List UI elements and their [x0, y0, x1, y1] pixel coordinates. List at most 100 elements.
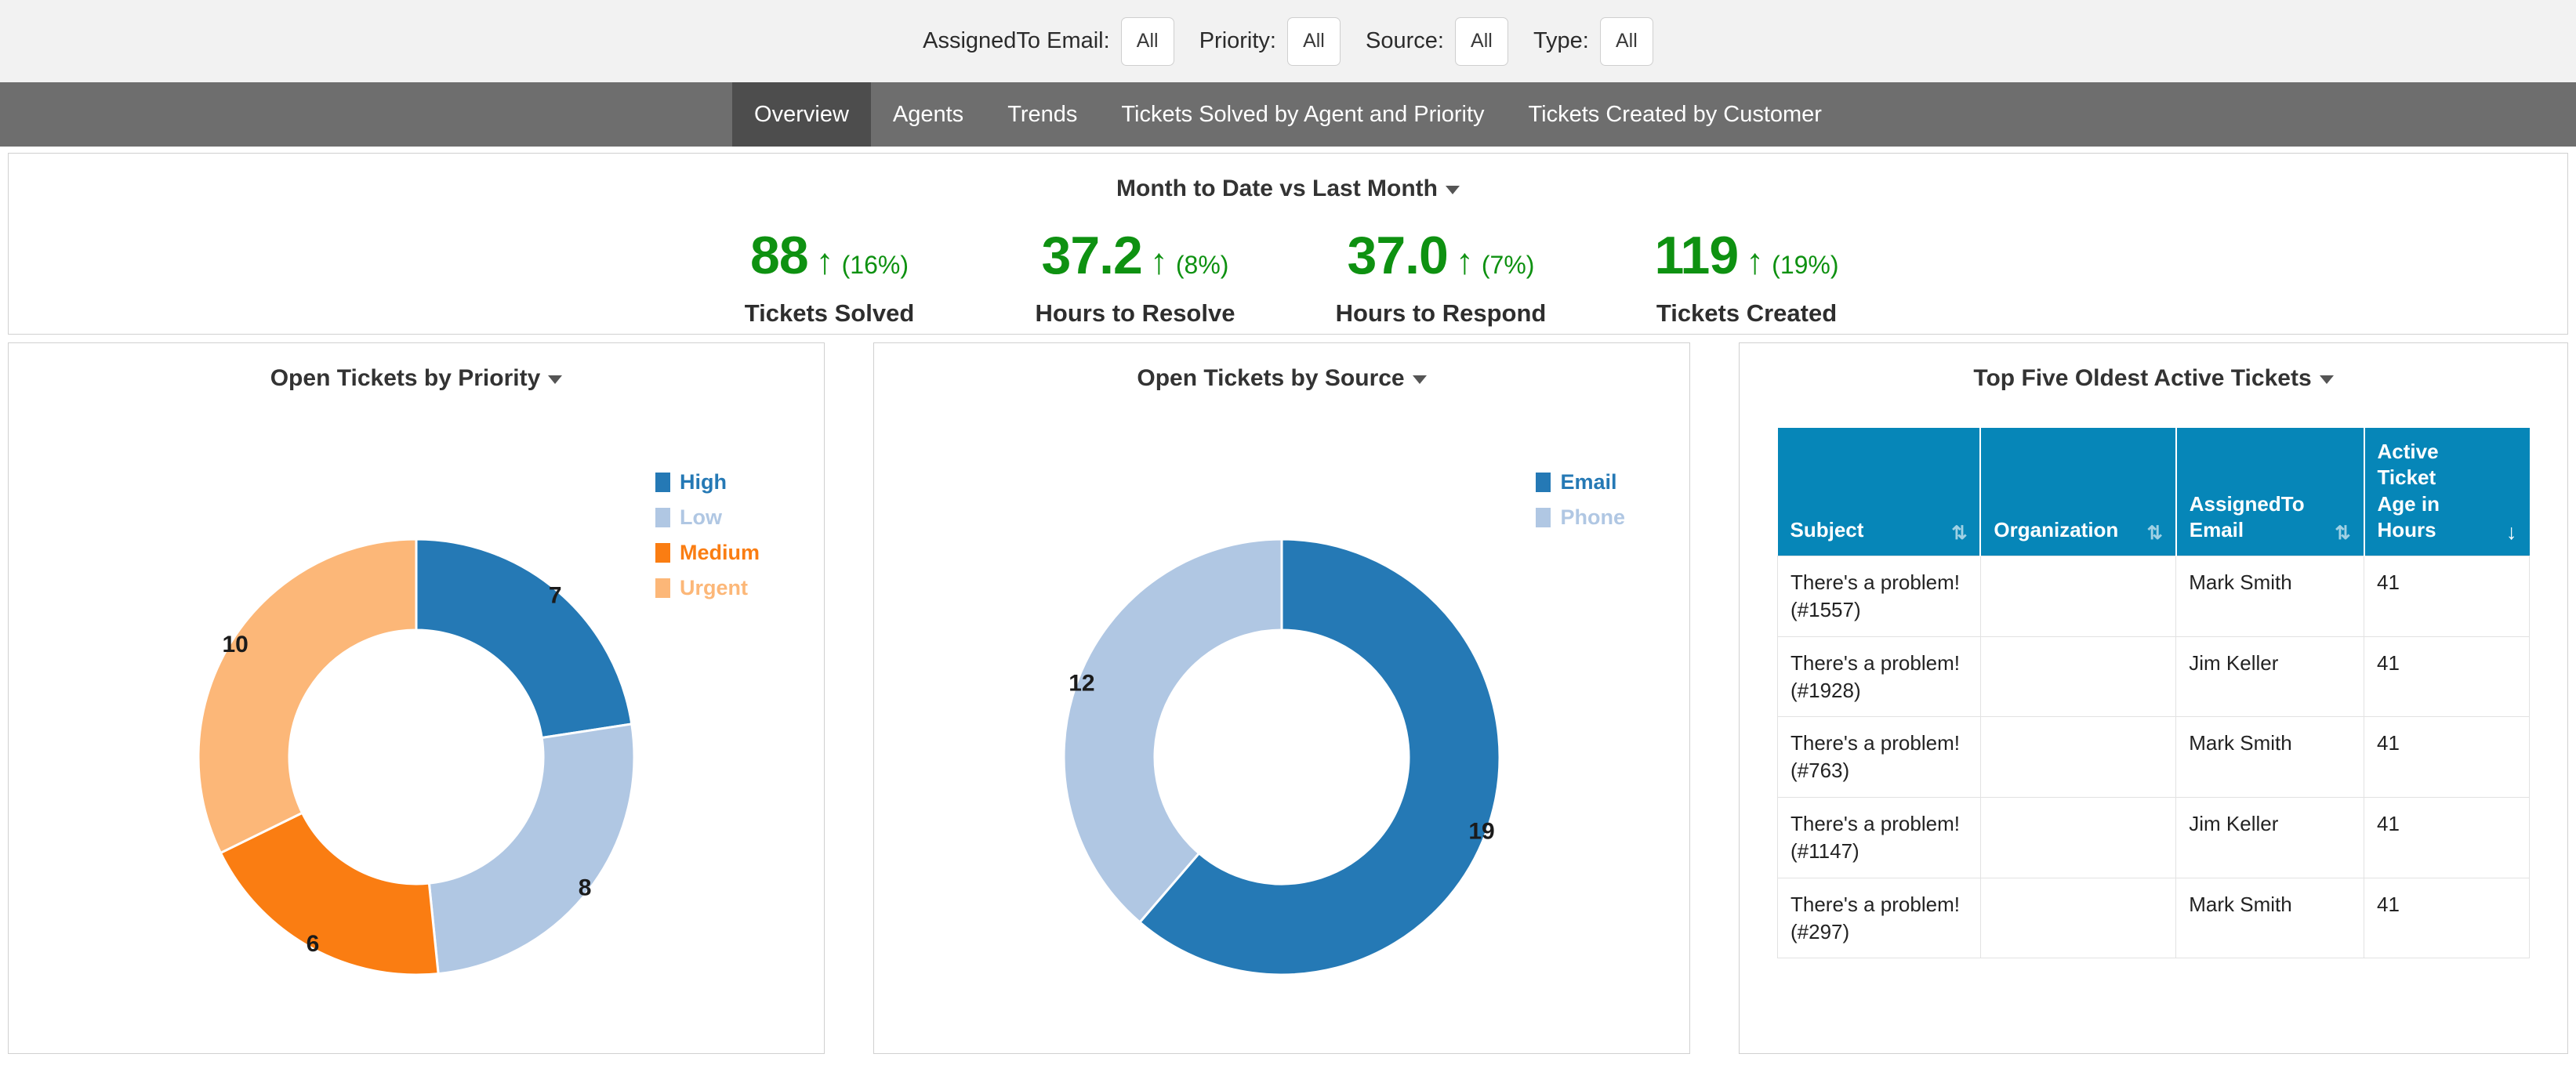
table-row[interactable]: There's a problem! (#1557)Mark Smith41	[1778, 556, 2530, 637]
legend-swatch-icon	[655, 473, 670, 492]
tickets-table-head: Subject ⇅ Organization ⇅ AssignedToEmail ⇅ Act…	[1778, 428, 2530, 556]
legend-item-medium[interactable]: Medium	[655, 541, 760, 565]
cell-assignedto-email: Mark Smith	[2176, 717, 2364, 798]
table-header-label: Organization	[1994, 517, 2118, 543]
source-chart-legend: Email Phone	[1536, 470, 1625, 530]
cell-assignedto-email: Jim Keller	[2176, 636, 2364, 717]
sort-both-icon[interactable]: ⇅	[2147, 524, 2163, 543]
priority-panel-title-text: Open Tickets by Priority	[270, 365, 541, 391]
cell-age-hours: 41	[2364, 636, 2530, 717]
kpi-row: 88 ↑ (16%) Tickets Solved 37.2 ↑ (8%) Ho…	[9, 229, 2567, 328]
sort-desc-icon[interactable]: ↓	[2506, 522, 2517, 543]
cell-age-hours: 41	[2364, 717, 2530, 798]
legend-item-low[interactable]: Low	[655, 505, 760, 530]
kpi-hours-to-resolve: 37.2 ↑ (8%) Hours to Resolve	[982, 229, 1288, 328]
source-donut-chart[interactable]: 1912	[1054, 530, 1509, 988]
tab-trends[interactable]: Trends	[985, 82, 1099, 147]
chevron-down-icon[interactable]	[1413, 375, 1427, 384]
priority-panel-title[interactable]: Open Tickets by Priority	[9, 354, 824, 398]
filter-select-type[interactable]: All	[1600, 17, 1653, 66]
donut-slice[interactable]	[198, 539, 416, 853]
legend-swatch-icon	[655, 578, 670, 598]
table-panel-title-text: Top Five Oldest Active Tickets	[1973, 365, 2311, 391]
tab-overview[interactable]: Overview	[732, 82, 871, 147]
kpi-label: Tickets Created	[1594, 299, 1899, 328]
kpi-panel-title-text: Month to Date vs Last Month	[1116, 176, 1438, 201]
cell-subject: There's a problem! (#297)	[1778, 878, 1981, 958]
table-row[interactable]: There's a problem! (#297)Mark Smith41	[1778, 878, 2530, 958]
legend-item-phone[interactable]: Phone	[1536, 505, 1625, 530]
legend-label: High	[680, 470, 727, 494]
kpi-hours-to-respond: 37.0 ↑ (7%) Hours to Respond	[1288, 229, 1594, 328]
kpi-value-line: 119 ↑ (19%)	[1594, 229, 1899, 282]
arrow-up-icon: ↑	[1746, 243, 1764, 279]
sort-both-icon[interactable]: ⇅	[2335, 524, 2350, 543]
cell-assignedto-email: Mark Smith	[2176, 556, 2364, 637]
cell-age-hours: 41	[2364, 556, 2530, 637]
donut-slice[interactable]	[1064, 539, 1282, 922]
cell-organization	[1980, 798, 2175, 878]
legend-label: Low	[680, 505, 722, 530]
donut-slice-label: 12	[1068, 671, 1094, 697]
donut-slice-label: 8	[579, 875, 592, 900]
legend-item-high[interactable]: High	[655, 470, 760, 494]
table-header-active-ticket-age-in-hours[interactable]: Active TicketAge in Hours↓	[2364, 428, 2530, 556]
tab-tickets-solved-by-agent-and-priority[interactable]: Tickets Solved by Agent and Priority	[1099, 82, 1506, 147]
kpi-label: Hours to Respond	[1288, 299, 1594, 328]
sort-both-icon[interactable]: ⇅	[1951, 524, 1967, 543]
kpi-value: 88	[750, 229, 808, 282]
legend-swatch-icon	[655, 543, 670, 563]
filter-select-assignedto-email[interactable]: All	[1121, 17, 1174, 66]
priority-donut-svg: 78610	[189, 530, 644, 984]
kpi-value-line: 88 ↑ (16%)	[677, 229, 982, 282]
legend-label: Phone	[1560, 505, 1625, 530]
cell-age-hours: 41	[2364, 878, 2530, 958]
cell-subject: There's a problem! (#1147)	[1778, 798, 1981, 878]
cell-subject: There's a problem! (#1928)	[1778, 636, 1981, 717]
filter-group-priority: Priority: All	[1199, 17, 1341, 66]
donut-slice[interactable]	[429, 724, 634, 974]
table-header-organization[interactable]: Organization ⇅	[1980, 428, 2175, 556]
legend-item-urgent[interactable]: Urgent	[655, 576, 760, 600]
donut-slice-label: 6	[307, 931, 320, 957]
table-header-subject[interactable]: Subject ⇅	[1778, 428, 1981, 556]
kpi-percent: (19%)	[1772, 251, 1838, 280]
source-panel-title-text: Open Tickets by Source	[1137, 365, 1404, 391]
chevron-down-icon[interactable]	[1446, 186, 1460, 194]
kpi-panel-title[interactable]: Month to Date vs Last Month	[9, 165, 2567, 208]
table-row[interactable]: There's a problem! (#1928) Jim Keller41	[1778, 636, 2530, 717]
kpi-tickets-created: 119 ↑ (19%) Tickets Created	[1594, 229, 1899, 328]
kpi-panel: Month to Date vs Last Month 88 ↑ (16%) T…	[8, 153, 2568, 335]
tab-agents[interactable]: Agents	[871, 82, 985, 147]
cell-organization	[1980, 717, 2175, 798]
table-header-label: AssignedToEmail	[2190, 491, 2305, 544]
chevron-down-icon[interactable]	[2320, 375, 2334, 384]
top-five-oldest-active-tickets-panel: Top Five Oldest Active Tickets Subject⇅O…	[1739, 342, 2568, 1054]
filter-bar: AssignedTo Email: All Priority: All Sour…	[0, 0, 2576, 82]
lower-panels-row: Open Tickets by Priority High Low Medium Ur…	[0, 342, 2576, 1054]
open-tickets-by-source-panel: Open Tickets by Source EmailPhone 1912	[873, 342, 1690, 1054]
donut-slice-label: 19	[1468, 818, 1494, 844]
kpi-value: 37.2	[1042, 229, 1142, 282]
filter-select-source[interactable]: All	[1455, 17, 1508, 66]
table-panel-title[interactable]: Top Five Oldest Active Tickets	[1740, 354, 2567, 398]
legend-swatch-icon	[1536, 508, 1551, 527]
source-chart-area: EmailPhone 1912	[874, 398, 1689, 1041]
chevron-down-icon[interactable]	[548, 375, 562, 384]
legend-item-email[interactable]: Email	[1536, 470, 1625, 494]
table-header-label: Subject	[1791, 517, 1864, 543]
filter-select-priority[interactable]: All	[1287, 17, 1341, 66]
priority-donut-chart[interactable]: 78610	[189, 530, 644, 988]
filter-label-priority: Priority:	[1199, 28, 1276, 54]
cell-subject: There's a problem! (#763)	[1778, 717, 1981, 798]
table-row[interactable]: There's a problem! (#763) Mark Smith41	[1778, 717, 2530, 798]
source-panel-title[interactable]: Open Tickets by Source	[874, 354, 1689, 398]
table-row[interactable]: There's a problem! (#1147)Jim Keller41	[1778, 798, 2530, 878]
donut-slice[interactable]	[416, 539, 632, 737]
kpi-percent: (16%)	[842, 251, 909, 280]
tab-tickets-created-by-customer[interactable]: Tickets Created by Customer	[1507, 82, 1844, 147]
priority-chart-legend: High Low Medium Urgent	[655, 470, 760, 600]
kpi-value-line: 37.0 ↑ (7%)	[1288, 229, 1594, 282]
donut-slice-label: 10	[222, 632, 248, 657]
table-header-assignedto-email[interactable]: AssignedToEmail ⇅	[2176, 428, 2364, 556]
